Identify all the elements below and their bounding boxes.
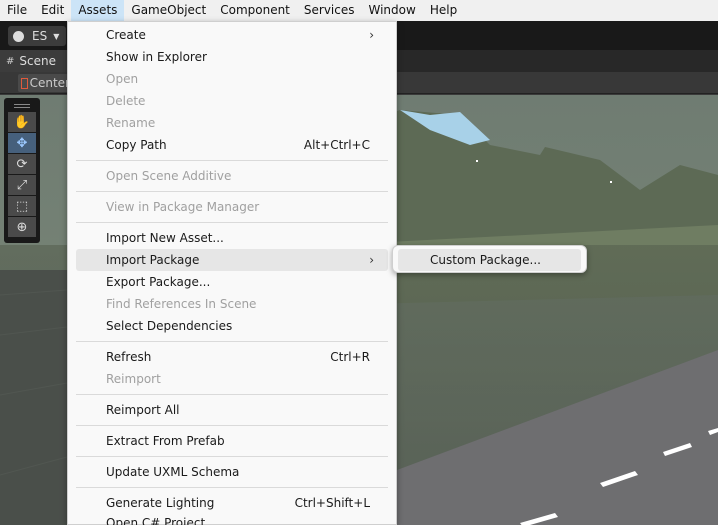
menu-item-label: Import Package [106, 253, 200, 267]
menu-item-shortcut: Ctrl+Shift+L [294, 496, 370, 510]
scale-tool-icon[interactable]: ⤢ [8, 175, 36, 195]
menu-separator [76, 341, 388, 342]
palette-drag-handle[interactable] [8, 101, 36, 111]
chevron-right-icon: › [369, 28, 374, 42]
move-tool-icon[interactable]: ✥ [8, 133, 36, 153]
account-dropdown[interactable]: ES ▼ [8, 26, 66, 46]
menu-separator [76, 425, 388, 426]
menu-item-shortcut: Ctrl+R [330, 350, 370, 364]
menu-item-update-uxml-schema[interactable]: Update UXML Schema [76, 461, 388, 483]
menu-item-reimport-all[interactable]: Reimport All [76, 399, 388, 421]
menu-window[interactable]: Window [362, 0, 423, 21]
menu-edit[interactable]: Edit [34, 0, 71, 21]
menu-bar: File Edit Assets GameObject Component Se… [0, 0, 718, 21]
menu-item-show-in-explorer[interactable]: Show in Explorer [76, 46, 388, 68]
tab-scene-label: Scene [19, 54, 56, 68]
menu-item-extract-from-prefab[interactable]: Extract From Prefab [76, 430, 388, 452]
menu-item-open-csharp-project[interactable]: Open C# Project [76, 512, 388, 525]
assets-menu: Create › Show in Explorer Open Delete Re… [67, 21, 397, 525]
rect-tool-icon[interactable]: ⬚ [8, 196, 36, 216]
menu-item-label: Create [106, 28, 146, 42]
menu-help[interactable]: Help [423, 0, 464, 21]
menu-separator [76, 191, 388, 192]
menu-component[interactable]: Component [213, 0, 297, 21]
menu-item-reimport: Reimport [106, 372, 161, 386]
scene-grid-icon: # [6, 55, 15, 67]
menu-item-delete: Delete [106, 94, 146, 108]
menu-separator [76, 222, 388, 223]
transform-tool-icon[interactable]: ⊕ [8, 217, 36, 237]
menu-item-rename: Rename [106, 116, 156, 130]
import-package-submenu: Custom Package... [392, 245, 587, 273]
menu-services[interactable]: Services [297, 0, 362, 21]
menu-item-open-scene-additive: Open Scene Additive [106, 169, 232, 183]
menu-assets[interactable]: Assets [71, 0, 125, 21]
menu-item-refresh[interactable]: Refresh Ctrl+R [76, 346, 388, 368]
menu-item-open: Open [106, 72, 139, 86]
menu-item-custom-package[interactable]: Custom Package... [398, 249, 581, 271]
menu-item-copy-path[interactable]: Copy Path Alt+Ctrl+C [76, 134, 388, 156]
menu-item-generate-lighting[interactable]: Generate Lighting Ctrl+Shift+L [76, 492, 388, 514]
menu-item-export-package[interactable]: Export Package... [76, 271, 388, 293]
pivot-icon [21, 77, 28, 89]
tab-scene[interactable]: # Scene [0, 50, 70, 72]
menu-gameobject[interactable]: GameObject [124, 0, 213, 21]
pivot-center-button[interactable]: Center [18, 74, 70, 92]
chevron-down-icon: ▼ [53, 31, 60, 41]
chevron-right-icon: › [369, 253, 374, 267]
menu-item-label: Refresh [106, 350, 152, 364]
rotate-tool-icon[interactable]: ⟳ [8, 154, 36, 174]
menu-item-import-package[interactable]: Import Package › [76, 249, 388, 271]
menu-item-find-references: Find References In Scene [106, 297, 257, 311]
menu-item-label: Copy Path [106, 138, 167, 152]
menu-separator [76, 160, 388, 161]
menu-item-create[interactable]: Create › [76, 24, 388, 46]
menu-item-view-in-package-manager: View in Package Manager [106, 200, 260, 214]
pivot-center-label: Center [29, 76, 70, 90]
menu-separator [76, 487, 388, 488]
account-icon [13, 30, 24, 42]
menu-separator [76, 394, 388, 395]
hand-tool-icon[interactable]: ✋ [8, 112, 36, 132]
menu-item-label: Generate Lighting [106, 496, 215, 510]
menu-separator [76, 456, 388, 457]
menu-item-select-dependencies[interactable]: Select Dependencies [76, 315, 388, 337]
account-label: ES [32, 29, 48, 43]
tool-palette: ✋ ✥ ⟳ ⤢ ⬚ ⊕ [4, 98, 40, 243]
menu-file[interactable]: File [0, 0, 34, 21]
menu-item-import-new-asset[interactable]: Import New Asset... [76, 227, 388, 249]
menu-item-shortcut: Alt+Ctrl+C [303, 138, 370, 152]
